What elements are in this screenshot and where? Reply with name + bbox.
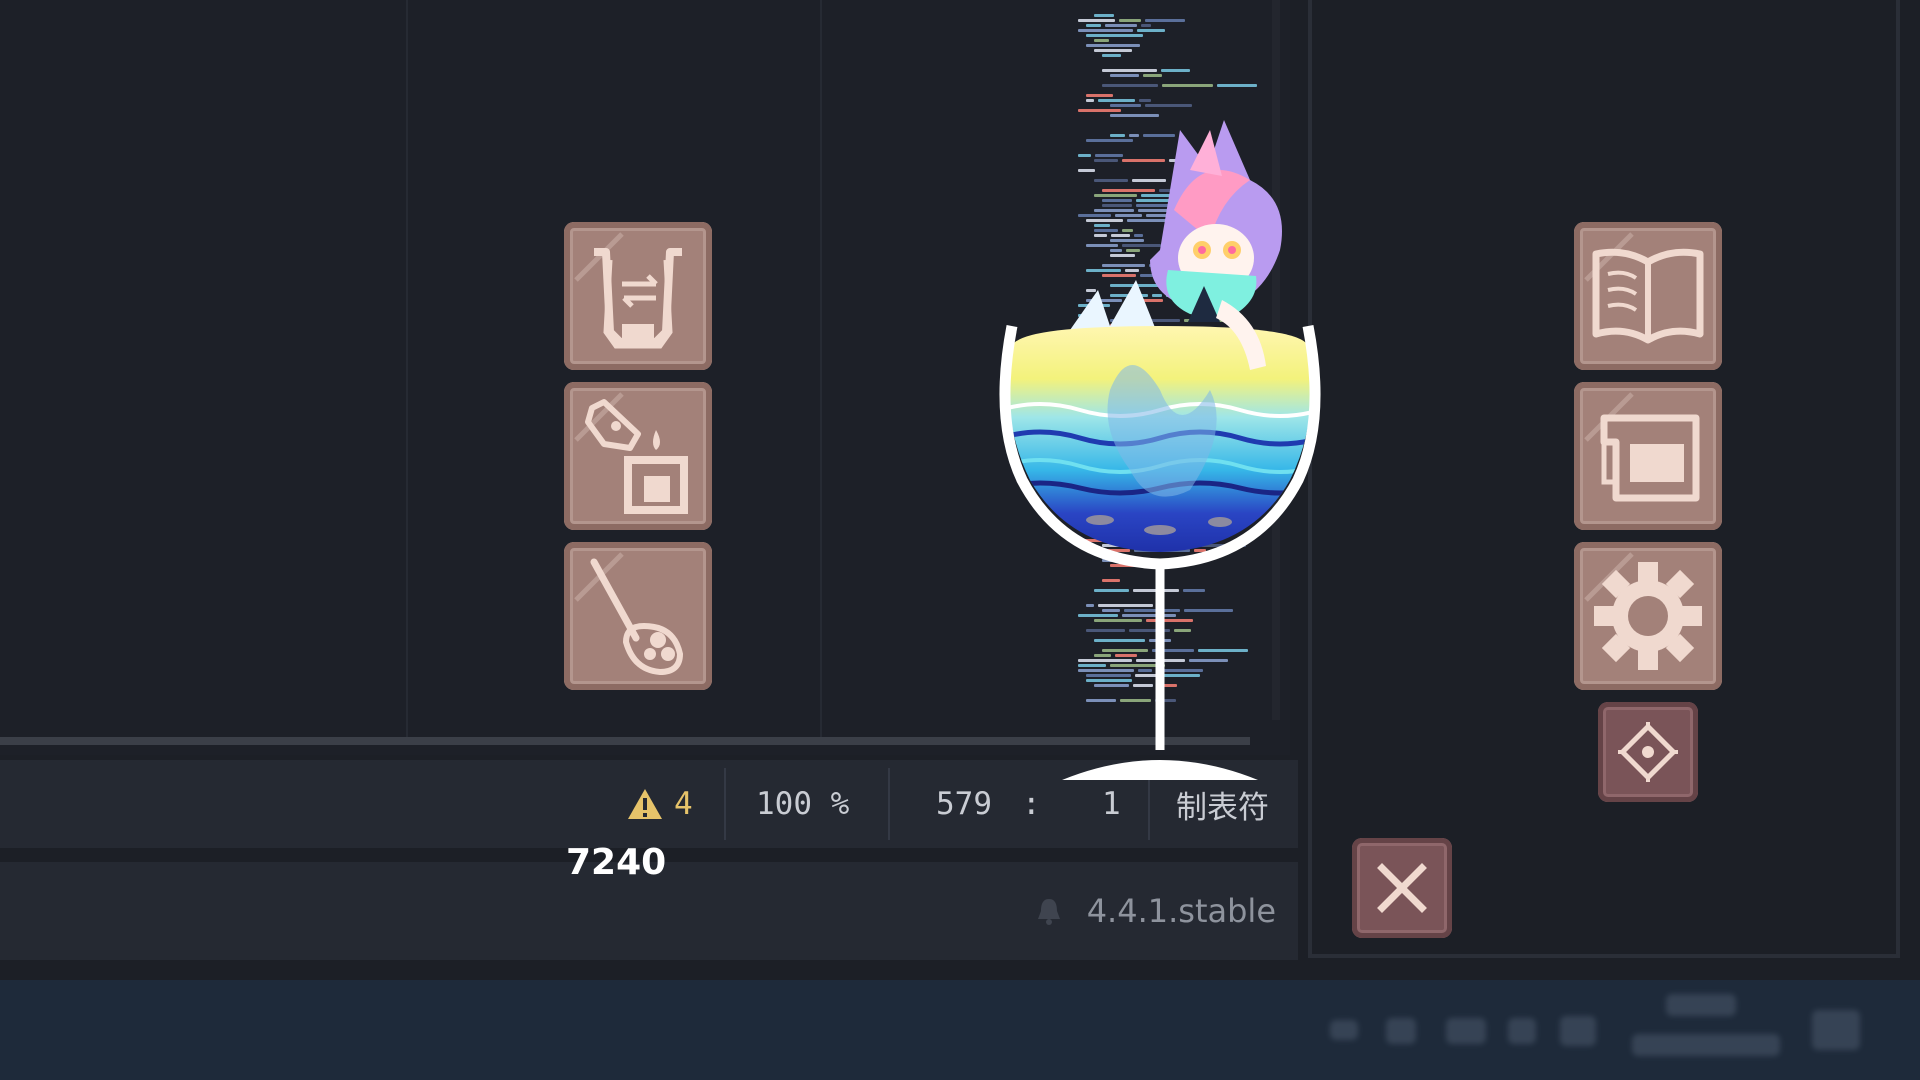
minimap-code-line — [1078, 19, 1115, 22]
minimap-code-line — [1141, 24, 1151, 27]
warnings-indicator[interactable]: 4 — [626, 760, 693, 848]
notification-center-icon[interactable] — [1812, 1010, 1860, 1050]
tray-input-icon[interactable] — [1560, 1016, 1596, 1046]
settings-button[interactable] — [1574, 542, 1722, 690]
swap-cup-button[interactable] — [564, 222, 712, 370]
status-divider — [724, 768, 726, 840]
minimap-code-line — [1102, 84, 1158, 87]
minimap-code-line — [1145, 19, 1185, 22]
minimap-code-line — [1078, 29, 1133, 32]
minimap-code-line — [1094, 49, 1132, 52]
tray-volume-icon[interactable] — [1508, 1018, 1536, 1044]
drink-glass-illustration — [999, 120, 1321, 780]
window-button[interactable] — [1574, 382, 1722, 530]
status-divider — [888, 768, 890, 840]
gear-icon — [1584, 552, 1702, 670]
minimap-code-line — [1110, 74, 1139, 77]
warning-icon — [628, 789, 662, 819]
tray-date[interactable] — [1632, 1034, 1780, 1056]
window-icon — [1584, 392, 1700, 502]
spoon-icon — [574, 552, 684, 676]
swap-cup-icon — [574, 232, 682, 349]
close-icon — [1377, 863, 1427, 913]
minimap-code-line — [1102, 54, 1121, 57]
minimap-code-line — [1086, 24, 1101, 27]
os-taskbar — [0, 980, 1920, 1080]
minimap-code-line — [1162, 84, 1213, 87]
recipe-book-button[interactable] — [1574, 222, 1722, 370]
score-counter: 7240 — [566, 842, 667, 883]
minimap-code-line — [1086, 44, 1140, 47]
engine-version: 4.4.1.stable — [1086, 892, 1276, 930]
editor-guide-line — [406, 0, 408, 740]
pour-button[interactable] — [564, 382, 712, 530]
tray-chevron-icon[interactable] — [1330, 1020, 1358, 1040]
version-area: 4.4.1.stable — [1033, 862, 1276, 960]
minimap-code-line — [1094, 39, 1109, 42]
warnings-count: 4 — [674, 786, 693, 822]
tray-network-icon[interactable] — [1446, 1018, 1486, 1044]
screen: 4 100 % 579 : 1 制表符 4.4.1.stable 7240 — [0, 0, 1920, 1080]
editor-guide-line — [820, 0, 822, 740]
spoon-button[interactable] — [564, 542, 712, 690]
minimap-code-line — [1143, 74, 1162, 77]
minimap-code-line — [1094, 14, 1114, 17]
tray-app-icon[interactable] — [1386, 1018, 1416, 1044]
zoom-level[interactable]: 100 % — [756, 760, 849, 848]
pour-bottle-icon — [574, 392, 688, 514]
notification-bell-icon[interactable] — [1033, 895, 1065, 927]
minimap-code-line — [1217, 84, 1257, 87]
book-icon — [1584, 232, 1704, 344]
tray-clock[interactable] — [1666, 994, 1736, 1016]
minimap-code-line — [1102, 69, 1157, 72]
close-button[interactable] — [1352, 838, 1452, 938]
move-target-icon — [1618, 722, 1678, 782]
minimap-code-line — [1161, 69, 1190, 72]
minimap-code-line — [1105, 24, 1137, 27]
minimap-code-line — [1119, 19, 1141, 22]
character-in-glass[interactable] — [960, 90, 1360, 810]
minimap-code-line — [1137, 29, 1165, 32]
move-window-button[interactable] — [1598, 702, 1698, 802]
minimap-code-line — [1086, 34, 1143, 37]
